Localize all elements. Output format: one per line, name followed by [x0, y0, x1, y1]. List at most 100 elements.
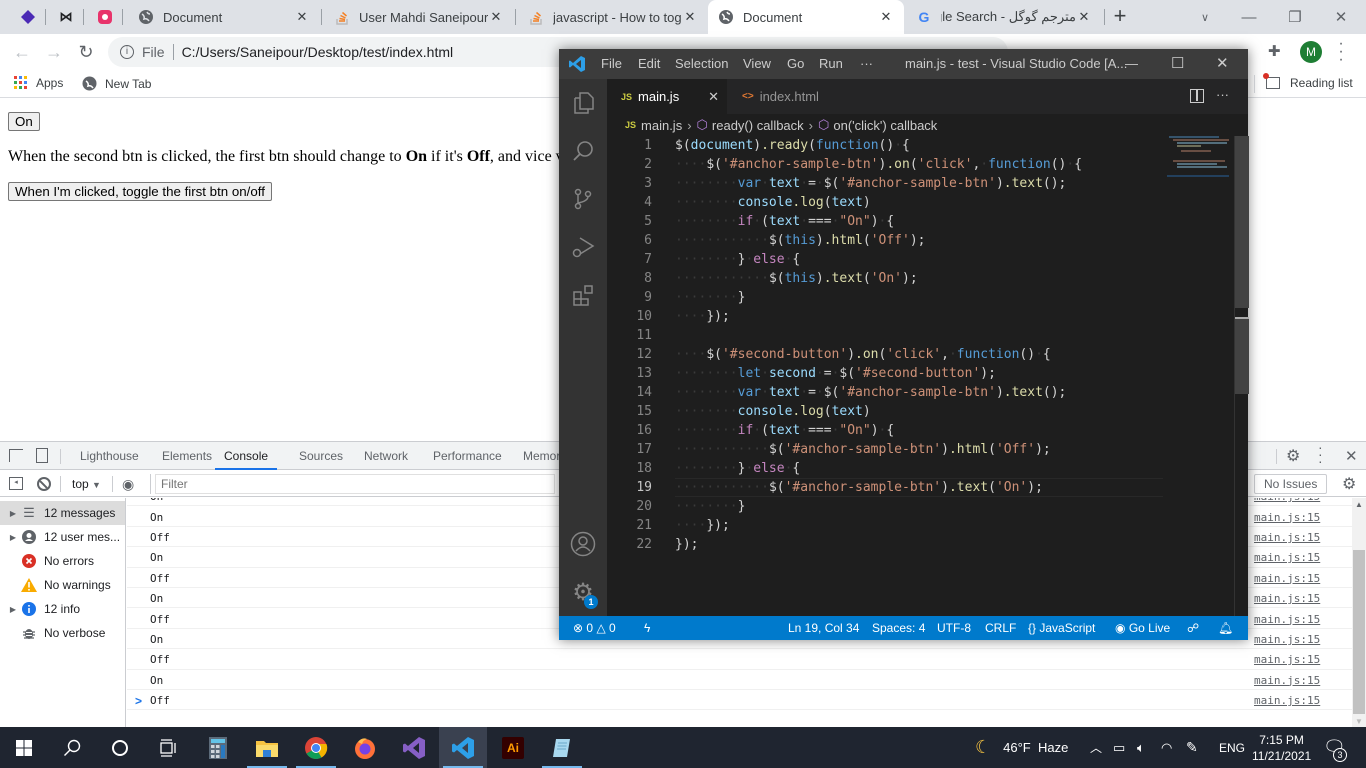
vscode-close-button[interactable]: ✕ — [1216, 54, 1229, 72]
show-hidden-icons-button[interactable]: ︿ — [1090, 727, 1102, 768]
taskbar-calculator[interactable] — [194, 727, 242, 768]
reading-list-button[interactable]: Reading list — [1263, 73, 1353, 90]
code-line[interactable]: ····}); — [675, 307, 730, 326]
code-line[interactable]: ········}·else·{ — [675, 250, 800, 269]
menu-go[interactable]: Go — [787, 56, 804, 71]
bookmark-apps[interactable]: Apps — [14, 76, 63, 90]
restore-button[interactable]: ❐ — [1272, 0, 1318, 34]
menu-more[interactable]: ··· — [860, 56, 873, 71]
cursor-position[interactable]: Ln 19, Col 34 — [788, 621, 859, 635]
code-line[interactable]: ····$('#second-button').on('click',·func… — [675, 345, 1051, 364]
battery-icon[interactable]: ▭ — [1113, 727, 1125, 768]
wifi-icon[interactable]: ◠ — [1161, 727, 1172, 768]
taskbar-chrome[interactable] — [292, 727, 340, 768]
reload-button[interactable]: ↻ — [73, 40, 99, 64]
accounts-button[interactable] — [559, 520, 607, 568]
new-tab-button[interactable]: + — [1108, 4, 1132, 28]
sidebar-item-verbose[interactable]: No verbose — [0, 621, 125, 645]
clear-console-icon[interactable] — [37, 477, 51, 491]
close-devtools-icon[interactable]: ✕ — [1345, 447, 1358, 465]
vscode-minimize-button[interactable]: — — [1125, 56, 1138, 71]
volume-icon[interactable]: 🔈︎ — [1137, 727, 1145, 768]
expand-arrow-icon[interactable]: ▶ — [6, 533, 20, 542]
minimize-button[interactable]: — — [1226, 0, 1272, 34]
tab-lighthouse[interactable]: Lighthouse — [80, 442, 139, 470]
info-icon[interactable]: i — [120, 45, 134, 59]
second-button[interactable]: When I'm clicked, toggle the first btn o… — [8, 182, 272, 201]
notifications-bell-icon[interactable]: 🔔︎ — [1218, 621, 1233, 635]
code-line[interactable]: ········var·text·=·$('#anchor-sample-btn… — [675, 383, 1066, 402]
inspect-element-icon[interactable] — [9, 449, 23, 462]
code-line[interactable]: ············$('#anchor-sample-btn').text… — [675, 478, 1043, 497]
close-tab-icon[interactable]: ✕ — [294, 9, 310, 25]
tab-stackoverflow-question[interactable]: javascript - How to togg ✕ — [518, 0, 708, 34]
tab-performance[interactable]: Performance — [433, 442, 502, 470]
editor-scrollbar[interactable] — [1234, 136, 1249, 616]
console-filter-input[interactable] — [155, 474, 555, 494]
source-link[interactable]: main.js:15 — [1254, 613, 1320, 626]
chrome-menu-button[interactable]: · · · — [1335, 36, 1347, 68]
code-line[interactable]: ········} — [675, 497, 745, 516]
code-line[interactable]: ········console.log(text) — [675, 402, 871, 421]
encoding[interactable]: UTF-8 — [937, 621, 971, 635]
action-center-button[interactable]: 🗨︎ 3 — [1323, 727, 1347, 768]
input-language[interactable]: ENG — [1219, 727, 1245, 768]
search-button[interactable] — [48, 727, 96, 768]
feedback-icon[interactable]: ☍ — [1187, 621, 1199, 635]
problems-indicator[interactable]: ⊗ 0 △ 0 — [573, 621, 616, 635]
taskbar-firefox[interactable] — [341, 727, 389, 768]
sidebar-item-messages[interactable]: ▶ ☰ 12 messages — [0, 501, 125, 525]
tab-network[interactable]: Network — [364, 442, 408, 470]
run-debug-button[interactable] — [559, 223, 607, 271]
close-tab-icon[interactable]: ✕ — [682, 9, 698, 25]
expand-arrow-icon[interactable]: ▶ — [6, 605, 20, 614]
search-button[interactable] — [559, 127, 607, 175]
breadcrumb-click-callback[interactable]: on('click') callback — [833, 118, 937, 133]
profile-avatar[interactable]: M — [1300, 41, 1322, 63]
close-tab-icon[interactable]: ✕ — [708, 89, 719, 105]
extensions-button[interactable]: ✚ — [1268, 42, 1288, 62]
manage-settings-button[interactable]: ⚙ 1 — [559, 568, 607, 616]
close-tab-icon[interactable]: ✕ — [488, 9, 504, 25]
source-link[interactable]: main.js:15 — [1254, 572, 1320, 585]
vscode-maximize-button[interactable]: ☐ — [1171, 54, 1184, 72]
source-link[interactable]: main.js:15 — [1254, 592, 1320, 605]
back-button[interactable]: ← — [9, 40, 35, 64]
bookmark-new-tab[interactable]: New Tab — [82, 76, 151, 91]
sidebar-item-warnings[interactable]: No warnings — [0, 573, 125, 597]
tab-document-active[interactable]: Document ✕ — [708, 0, 904, 34]
weather-widget[interactable]: ☾ 46°F Haze — [975, 727, 1068, 768]
code-editor[interactable]: 1 $(document).ready(function()·{2 ····$('#… — [607, 136, 1249, 616]
breadcrumb-ready-callback[interactable]: ready() callback — [712, 118, 804, 133]
menu-file[interactable]: File — [601, 56, 622, 71]
task-view-button[interactable] — [144, 727, 192, 768]
menu-run[interactable]: Run — [819, 56, 843, 71]
code-line[interactable]: ············$('#anchor-sample-btn').html… — [675, 440, 1051, 459]
code-line[interactable]: ········}·else·{ — [675, 459, 800, 478]
source-link[interactable]: main.js:15 — [1254, 653, 1320, 666]
anchor-sample-button[interactable]: On — [8, 112, 40, 131]
source-link[interactable]: main.js:15 — [1254, 694, 1320, 707]
tab-elements[interactable]: Elements — [162, 442, 212, 470]
source-link[interactable]: main.js:15 — [1254, 551, 1320, 564]
sidebar-item-user-messages[interactable]: ▶ 12 user mes... — [0, 525, 125, 549]
code-line[interactable]: ············$(this).text('On'); — [675, 269, 918, 288]
indentation[interactable]: Spaces: 4 — [872, 621, 925, 635]
source-link[interactable]: main.js:15 — [1254, 633, 1320, 646]
sidebar-item-info[interactable]: ▶ 12 info — [0, 597, 125, 621]
expand-arrow-icon[interactable]: ▶ — [6, 509, 20, 518]
split-editor-icon[interactable] — [1190, 89, 1204, 103]
pinned-tab-1[interactable] — [17, 7, 39, 27]
lightning-icon[interactable]: ϟ — [644, 621, 650, 635]
device-toolbar-icon[interactable] — [36, 448, 48, 463]
taskbar-file-explorer[interactable] — [243, 727, 291, 768]
breadcrumb-file[interactable]: main.js — [641, 118, 682, 133]
cortana-button[interactable] — [96, 727, 144, 768]
start-button[interactable] — [0, 727, 48, 768]
source-link[interactable]: main.js:15 — [1254, 674, 1320, 687]
issues-button[interactable]: No Issues — [1254, 474, 1328, 494]
taskbar-visual-studio[interactable] — [390, 727, 438, 768]
close-window-button[interactable]: ✕ — [1318, 0, 1364, 34]
language-mode[interactable]: {} JavaScript — [1028, 621, 1095, 635]
pinned-tab-2[interactable]: ⋈ — [55, 7, 77, 27]
